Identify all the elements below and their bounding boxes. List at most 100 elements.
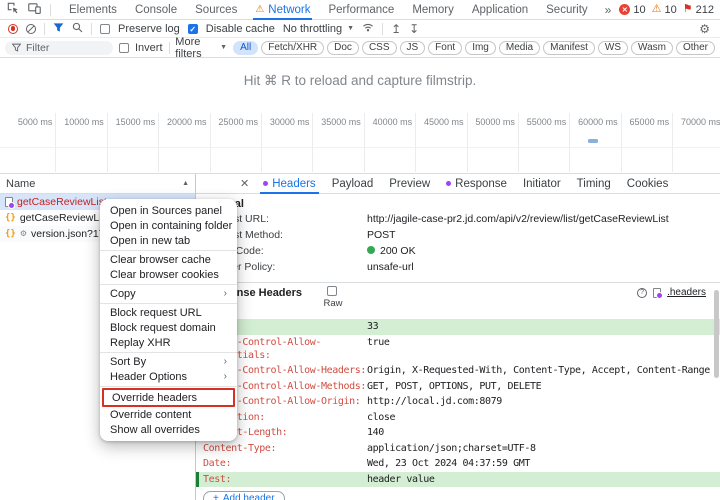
tab-response[interactable]: Response: [438, 174, 515, 194]
submenu-arrow-icon: ›: [224, 371, 227, 382]
filter-chip-wasm[interactable]: Wasm: [631, 41, 673, 55]
tick-label: 50000 ms: [468, 113, 519, 172]
tab-console[interactable]: Console: [126, 0, 186, 20]
toggle-device-toolbar-icon[interactable]: [28, 3, 41, 17]
filter-chip-doc[interactable]: Doc: [327, 41, 359, 55]
menu-item-copy[interactable]: Copy ›: [100, 286, 237, 301]
menu-item-header-options[interactable]: Header Options ›: [100, 369, 237, 384]
record-network-log-button[interactable]: [8, 24, 18, 34]
general-section-title[interactable]: General: [203, 198, 720, 213]
inspect-element-icon[interactable]: [7, 2, 19, 17]
more-filters-dropdown[interactable]: More filters ▼: [175, 36, 227, 60]
override-dot-icon: [263, 181, 268, 186]
tick-label: 40000 ms: [365, 113, 416, 172]
submenu-arrow-icon: ›: [224, 356, 227, 367]
tab-network[interactable]: ⚠ Network: [246, 0, 319, 20]
filter-chip-css[interactable]: CSS: [362, 41, 397, 55]
filter-chip-all[interactable]: All: [233, 41, 258, 55]
menu-item-sort-by[interactable]: Sort By ›: [100, 354, 237, 369]
timeline-ruler[interactable]: 5000 ms 10000 ms 15000 ms 20000 ms 25000…: [5, 113, 720, 172]
chevron-down-icon: ▼: [347, 25, 354, 32]
tab-timing[interactable]: Timing: [569, 174, 619, 194]
tab-sources[interactable]: Sources: [186, 0, 246, 20]
preserve-log-checkbox[interactable]: [100, 24, 110, 34]
name-column-header[interactable]: Name ▲: [0, 174, 195, 194]
menu-item-open-in-containing-folder[interactable]: Open in containing folder: [100, 218, 237, 233]
tick-label: 25000 ms: [211, 113, 262, 172]
menu-item-override-content[interactable]: Override content: [100, 407, 237, 422]
divider: [169, 42, 170, 54]
request-details-panel: ✕ Headers Payload Preview Response Initi…: [196, 174, 720, 500]
details-tab-strip: ✕ Headers Payload Preview Response Initi…: [196, 174, 720, 194]
search-icon[interactable]: [72, 22, 83, 36]
network-toolbar: Preserve log ✓ Disable cache No throttli…: [0, 20, 720, 38]
raw-headers-checkbox[interactable]: [327, 286, 337, 296]
menu-item-open-in-new-tab[interactable]: Open in new tab: [100, 233, 237, 248]
tab-cookies[interactable]: Cookies: [619, 174, 677, 194]
menu-item-override-headers[interactable]: Override headers: [102, 388, 235, 407]
clear-network-log-button[interactable]: [26, 24, 36, 34]
header-row: Access-Control-Allow-Credentials: true: [196, 335, 720, 364]
menu-item-open-in-sources[interactable]: Open in Sources panel: [100, 203, 237, 218]
status-ok-dot-icon: [367, 246, 375, 254]
devtools-tabbar: Elements Console Sources ⚠ Network Perfo…: [0, 0, 720, 20]
disable-cache-label: Disable cache: [206, 23, 275, 35]
menu-divider: [100, 284, 237, 285]
menu-item-clear-browser-cache[interactable]: Clear browser cache: [100, 252, 237, 267]
network-warning-icon: ⚠: [255, 5, 264, 15]
throttling-dropdown[interactable]: No throttling ▼: [283, 23, 354, 35]
filter-chip-font[interactable]: Font: [428, 41, 462, 55]
add-header-button[interactable]: + Add header: [203, 491, 285, 500]
braces-xhr-icon: {}: [5, 229, 16, 239]
invert-checkbox[interactable]: [119, 43, 129, 53]
export-har-icon[interactable]: ↧: [409, 23, 419, 35]
import-har-icon[interactable]: ↥: [391, 23, 401, 35]
header-row: Access-Control-Allow-Headers: Origin, X-…: [196, 363, 720, 379]
filter-input-pill[interactable]: [5, 41, 113, 55]
filter-chip-ws[interactable]: WS: [598, 41, 628, 55]
raw-label: Raw: [322, 298, 344, 309]
console-warnings-badge[interactable]: ⚠ 10: [652, 4, 677, 16]
menu-item-clear-browser-cookies[interactable]: Clear browser cookies: [100, 267, 237, 282]
tab-headers[interactable]: Headers: [255, 174, 323, 194]
tab-performance[interactable]: Performance: [319, 0, 403, 20]
gear-icon: ⚙: [20, 230, 27, 238]
filter-chip-img[interactable]: Img: [465, 41, 496, 55]
divider: [382, 23, 383, 35]
tab-memory[interactable]: Memory: [403, 0, 463, 20]
issues-badge[interactable]: ⚑ 212: [683, 4, 714, 16]
filter-chip-other[interactable]: Other: [676, 41, 715, 55]
vertical-scrollbar-thumb[interactable]: [714, 290, 719, 378]
disable-cache-checkbox[interactable]: ✓: [188, 24, 198, 34]
headers-override-link[interactable]: .headers: [667, 287, 706, 298]
braces-xhr-icon: {}: [5, 213, 16, 223]
filter-input[interactable]: [26, 42, 106, 54]
network-conditions-icon[interactable]: [362, 21, 374, 36]
reload-hint-text: Hit ⌘ R to reload and capture filmstrip.: [0, 73, 720, 89]
response-headers-section-header: Response Headers Raw ? .headers: [196, 283, 720, 313]
more-tabs-icon[interactable]: »: [597, 3, 620, 17]
tab-application[interactable]: Application: [463, 0, 537, 20]
network-settings-gear-icon[interactable]: ⚙: [697, 23, 712, 35]
filter-toggle-icon[interactable]: [53, 22, 64, 36]
menu-item-replay-xhr[interactable]: Replay XHR: [100, 335, 237, 350]
console-errors-badge[interactable]: ✕ 10: [619, 4, 645, 16]
filter-chip-manifest[interactable]: Manifest: [543, 41, 595, 55]
tab-security[interactable]: Security: [537, 0, 597, 20]
network-filter-bar: Invert More filters ▼ All Fetch/XHR Doc …: [0, 38, 720, 58]
menu-item-block-request-domain[interactable]: Block request domain: [100, 320, 237, 335]
chevron-down-icon: ▼: [220, 44, 227, 51]
tab-elements[interactable]: Elements: [60, 0, 126, 20]
tab-payload[interactable]: Payload: [324, 174, 382, 194]
help-icon[interactable]: ?: [637, 288, 647, 298]
filter-chip-media[interactable]: Media: [499, 41, 540, 55]
menu-item-block-request-url[interactable]: Block request URL: [100, 305, 237, 320]
filter-chip-js[interactable]: JS: [400, 41, 426, 55]
menu-item-show-all-overrides[interactable]: Show all overrides: [100, 422, 237, 437]
tab-initiator[interactable]: Initiator: [515, 174, 569, 194]
tab-preview[interactable]: Preview: [381, 174, 438, 194]
general-row: Status Code: 200 OK: [203, 245, 720, 261]
filter-chip-fetch-xhr[interactable]: Fetch/XHR: [261, 41, 324, 55]
close-details-icon[interactable]: ✕: [240, 177, 249, 190]
override-file-icon[interactable]: [653, 288, 661, 298]
